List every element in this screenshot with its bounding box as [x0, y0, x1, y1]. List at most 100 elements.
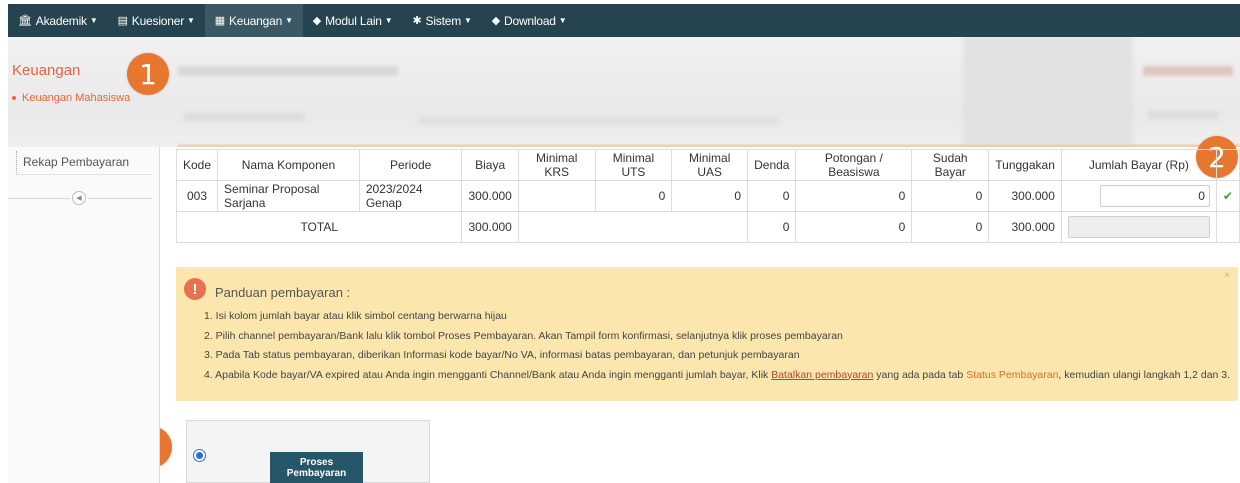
nav-kuesioner[interactable]: ▤ Kuesioner ▼ [108, 4, 205, 37]
cell-action: ✔ [1215, 180, 1240, 212]
column-header: Jumlah Bayar (Rp) [1060, 149, 1217, 181]
nav-sistem[interactable]: ✱ Sistem ▼ [403, 4, 482, 37]
proses-pembayaran-button[interactable]: Proses Pembayaran [270, 452, 363, 483]
cell-biaya: 300.000 [461, 180, 519, 212]
guide-step-text: , kemudian ulangi langkah 1,2 dan 3. [1058, 368, 1231, 381]
sidebar-item-rekap-pembayaran[interactable]: Rekap Pembayaran [16, 151, 152, 175]
column-header: Minimal UTS [594, 149, 673, 181]
column-header: Kode [175, 149, 219, 181]
payment-guide-alert: × ! Panduan pembayaran : 1. Isi kolom ju… [176, 267, 1238, 401]
total-biaya: 300.000 [461, 211, 519, 243]
collapse-sidebar-icon[interactable]: ◀ [72, 191, 86, 205]
cell-jumlah-bayar [1060, 180, 1217, 212]
column-header: Minimal UAS [671, 149, 749, 181]
guide-steps: 1. Isi kolom jumlah bayar atau klik simb… [204, 307, 1230, 385]
nav-modul-lain[interactable]: ◆ Modul Lain ▼ [303, 4, 403, 37]
total-action-empty [1215, 211, 1240, 243]
cell-minimal-krs [517, 180, 596, 212]
cell-kode: 003 [175, 180, 219, 212]
cell-periode: 2023/2024 Genap [358, 180, 463, 212]
caret-down-icon: ▼ [464, 16, 472, 25]
caret-down-icon: ▼ [384, 16, 393, 25]
column-header: Nama Komponen [217, 149, 360, 181]
total-empty [517, 211, 749, 243]
nav-label: Download [504, 13, 556, 28]
nav-download[interactable]: ◆ Download ▼ [482, 4, 577, 37]
blurred-text [418, 117, 778, 125]
nav-akademik[interactable]: 🏛 Akademik ▼ [8, 4, 108, 37]
gear-icon: ✱ [412, 15, 422, 27]
column-header: Tunggakan [988, 149, 1062, 181]
check-icon[interactable]: ✔ [1223, 189, 1233, 203]
column-header: Biaya [461, 149, 519, 181]
cell-nama-komponen: Seminar Proposal Sarjana [217, 180, 360, 212]
bullet-icon [12, 96, 16, 101]
guide-title: Panduan pembayaran : [215, 285, 351, 300]
cell-potongan: 0 [795, 180, 913, 212]
nav-label: Akademik [35, 13, 87, 28]
blurred-text [178, 66, 398, 76]
cube-icon: ◆ [491, 15, 500, 27]
total-denda: 0 [747, 211, 797, 243]
bank-icon: 🏛 [18, 15, 32, 27]
column-header: Minimal KRS [517, 149, 596, 181]
batalkan-pembayaran-link[interactable]: Batalkan pembayaran [771, 369, 873, 381]
breadcrumb-label: Keuangan Mahasiswa [22, 92, 131, 104]
guide-step-text: 4. Apabila Kode bayar/VA expired atau An… [204, 368, 772, 381]
column-header [1215, 149, 1240, 181]
divider [178, 145, 1240, 147]
total-jumlah-bayar [1060, 211, 1217, 243]
nav-label: Keuangan [228, 13, 283, 28]
blurred-text [184, 113, 304, 121]
top-navbar: 🏛 Akademik ▼ ▤ Kuesioner ▼ ▦ Keuangan ▼ ◆ Modul… [8, 4, 1240, 37]
step-marker-1: 1 [127, 53, 169, 95]
divider [88, 198, 152, 199]
table-header-row: Kode Nama Komponen Periode Biaya Minimal… [175, 149, 1240, 181]
caret-down-icon: ▼ [558, 16, 567, 25]
cell-denda: 0 [747, 180, 797, 212]
cell-minimal-uts: 0 [594, 180, 673, 212]
column-header: Sudah Bayar [911, 149, 990, 181]
close-icon[interactable]: × [1224, 270, 1230, 281]
total-sudah-bayar: 0 [911, 211, 990, 243]
column-header: Periode [358, 149, 463, 181]
page-title: Keuangan [12, 62, 81, 79]
payment-table: Kode Nama Komponen Periode Biaya Minimal… [175, 149, 1240, 243]
blurred-panel [963, 37, 1133, 147]
guide-step: 1. Isi kolom jumlah bayar atau klik simb… [204, 310, 507, 322]
cell-sudah-bayar: 0 [911, 180, 990, 212]
caret-down-icon: ▼ [285, 16, 293, 25]
channel-radio[interactable] [193, 449, 206, 462]
breadcrumb[interactable]: Keuangan Mahasiswa [12, 92, 130, 104]
cube-icon: ◆ [312, 15, 322, 27]
caret-down-icon: ▼ [187, 16, 195, 25]
total-tunggakan: 300.000 [988, 211, 1062, 243]
table-row: 003 Seminar Proposal Sarjana 2023/2024 G… [175, 180, 1240, 212]
column-header: Denda [747, 149, 797, 181]
table-total-row: TOTAL 300.000 0 0 0 300.000 [175, 211, 1240, 243]
column-header: Potongan / Beasiswa [795, 149, 913, 181]
total-jumlah-bayar-input [1067, 216, 1210, 238]
nav-label: Modul Lain [325, 13, 382, 28]
status-pembayaran-tab-ref: Status Pembayaran [966, 368, 1059, 381]
sidebar: Rekap Pembayaran ◀ [8, 147, 160, 483]
warning-icon: ! [184, 278, 206, 300]
caret-down-icon: ▼ [89, 16, 98, 25]
money-icon: ▦ [214, 15, 225, 27]
blurred-text [1148, 111, 1218, 119]
nav-keuangan[interactable]: ▦ Keuangan ▼ [204, 4, 303, 37]
cell-minimal-uas: 0 [671, 180, 749, 212]
nav-label: Kuesioner [131, 13, 185, 28]
jumlah-bayar-input[interactable] [1099, 185, 1210, 207]
blurred-header-area [8, 37, 1240, 147]
payment-channel-box: Proses Pembayaran [186, 420, 430, 483]
total-potongan: 0 [795, 211, 913, 243]
divider [8, 198, 70, 199]
total-label: TOTAL [175, 211, 463, 243]
guide-step-text: yang ada pada tab [873, 368, 967, 381]
document-icon: ▤ [117, 15, 128, 27]
cell-tunggakan: 300.000 [988, 180, 1062, 212]
guide-step: 3. Pada Tab status pembayaran, diberikan… [204, 349, 800, 361]
guide-step: 2. Pilih channel pembayaran/Bank lalu kl… [204, 329, 843, 342]
nav-label: Sistem [425, 13, 462, 28]
